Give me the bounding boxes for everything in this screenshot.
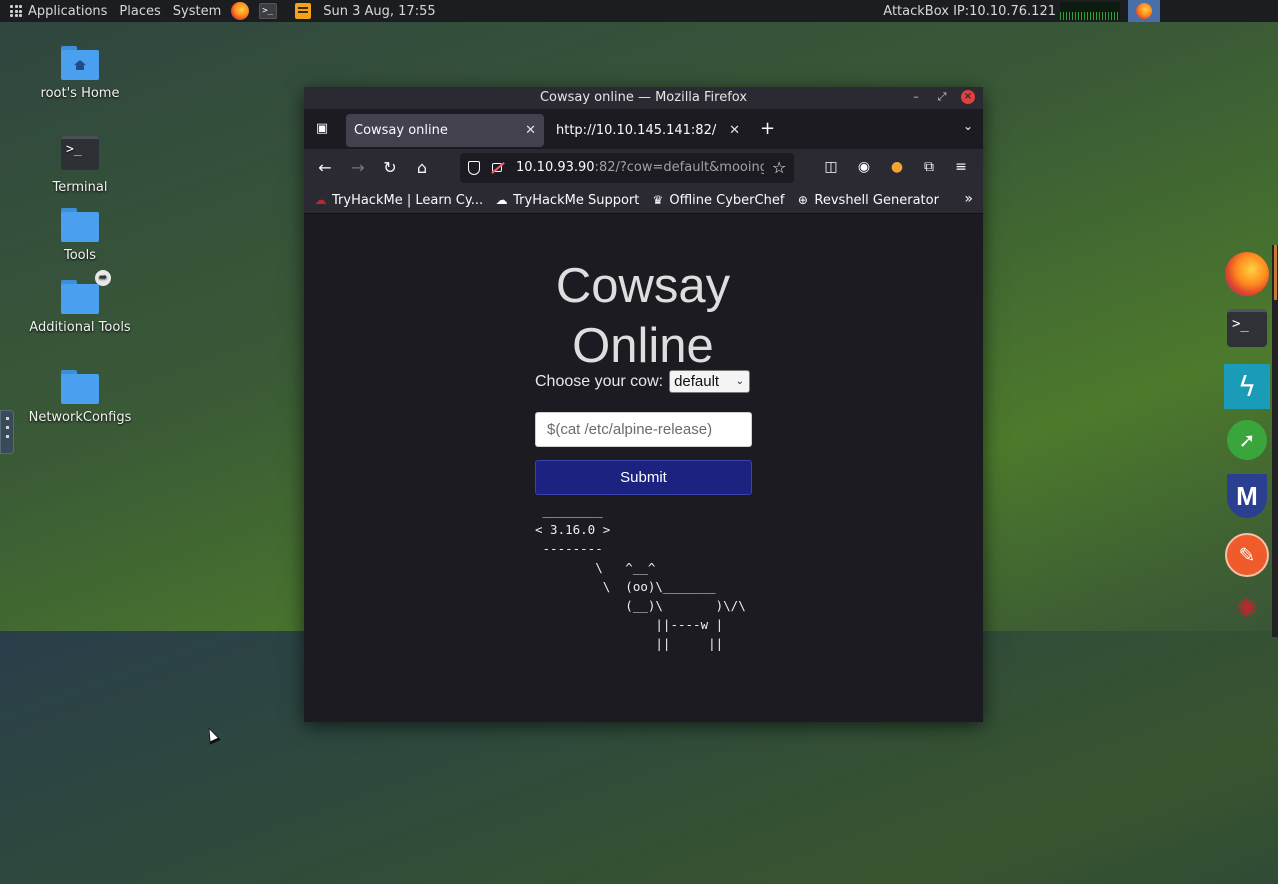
tryhackme-cloud-icon: ☁	[314, 192, 327, 207]
page-title: Cowsay Online	[555, 259, 731, 373]
bookmark-tryhackme[interactable]: ☁ TryHackMe | Learn Cy...	[314, 192, 484, 208]
apps-grid-icon	[10, 5, 22, 17]
cloud-icon: ☁	[495, 192, 508, 207]
tab-bar: ▣ Cowsay online ✕ http://10.10.145.141:8…	[304, 109, 983, 149]
desktop-icon-terminal[interactable]: >_ Terminal	[25, 136, 135, 195]
dock-bug-icon[interactable]: ✺	[1226, 592, 1268, 626]
cow-select[interactable]: default ⌄	[669, 370, 751, 393]
maximize-button[interactable]: ⤢	[935, 90, 949, 104]
bookmark-revshell-generator[interactable]: ⊕ Revshell Generator	[796, 193, 939, 208]
dock-zap-icon[interactable]: ϟ	[1224, 364, 1270, 409]
url-host: 10.10.93.90	[516, 160, 595, 175]
dock-scrollbar[interactable]	[1272, 245, 1278, 637]
tab-label: http://10.10.145.141:82/	[556, 123, 717, 138]
firefox-view-icon[interactable]: ▣	[312, 119, 332, 139]
desktop-icon-additional-tools[interactable]: ➦ Additional Tools	[25, 270, 135, 335]
cowsay-output: ________ < 3.16.0 > -------- \ ^__^ \ (o…	[535, 503, 746, 651]
terminal-icon: >_	[61, 136, 99, 170]
message-input[interactable]: $(cat /etc/alpine-release)	[535, 412, 752, 447]
window-titlebar[interactable]: Cowsay online — Mozilla Firefox – ⤢ ×	[304, 87, 983, 109]
firefox-icon	[1136, 3, 1152, 19]
network-monitor-graph	[1060, 2, 1120, 20]
cookie-extension-icon[interactable]: ●	[888, 158, 906, 176]
hamburger-menu-icon[interactable]: ≡	[952, 158, 970, 176]
url-path: :82/?cow=default&mooing=	[594, 160, 764, 175]
folder-icon	[61, 208, 99, 242]
top-panel: Applications Places System >_ Sun 3 Aug,…	[0, 0, 1278, 22]
nav-bar: ← → ↻ ⌂ 10.10.93.90:82/?cow=default&mooi…	[304, 149, 983, 187]
close-window-button[interactable]: ×	[961, 90, 975, 104]
dock-terminal-icon[interactable]: >_	[1227, 309, 1267, 347]
desktop-icon-label: Additional Tools	[29, 320, 131, 335]
page-content: Cowsay Online Choose your cow: default ⌄…	[304, 214, 983, 722]
desktop-icon-networkconfigs[interactable]: NetworkConfigs	[25, 370, 135, 425]
tab-label: Cowsay online	[354, 123, 448, 138]
new-tab-button[interactable]: +	[760, 119, 775, 139]
applications-label: Applications	[28, 3, 108, 19]
bookmark-tryhackme-support[interactable]: ☁ TryHackMe Support	[495, 192, 640, 208]
system-menu[interactable]: System	[167, 0, 227, 22]
firefox-taskbar-button[interactable]	[1128, 0, 1160, 22]
desktop-icon-tools[interactable]: Tools	[25, 208, 135, 263]
list-tabs-chevron-icon[interactable]: ⌄	[963, 119, 973, 133]
desktop-icon-label: Terminal	[52, 180, 108, 195]
bookmark-star-icon[interactable]: ☆	[772, 153, 786, 183]
submit-button[interactable]: Submit	[535, 460, 752, 495]
globe-icon: ⊕	[797, 192, 808, 207]
pocket-icon[interactable]: ◫	[822, 158, 840, 176]
chevron-down-icon: ⌄	[735, 376, 745, 387]
minimize-button[interactable]: –	[909, 90, 923, 104]
tracking-protection-shield-icon[interactable]	[468, 161, 480, 175]
more-bookmarks-chevron-icon[interactable]: »	[964, 191, 973, 207]
tab-cowsay-online[interactable]: Cowsay online ✕	[346, 114, 544, 147]
reload-button[interactable]: ↻	[380, 158, 400, 178]
places-menu[interactable]: Places	[113, 0, 166, 22]
dock-metasploit-icon[interactable]: M	[1227, 474, 1267, 518]
side-panel-handle[interactable]	[0, 410, 14, 454]
extensions-icon[interactable]: ⧉	[920, 158, 938, 176]
terminal-launcher-icon[interactable]: >_	[259, 3, 278, 19]
dock-firefox-icon[interactable]	[1225, 252, 1269, 296]
url-bar[interactable]: 10.10.93.90:82/?cow=default&mooing= ☆	[460, 153, 794, 183]
home-button[interactable]: ⌂	[412, 158, 432, 178]
attackbox-ip: AttackBox IP:10.10.76.121	[883, 3, 1056, 19]
account-icon[interactable]: ◉	[855, 158, 873, 176]
chef-hat-icon: ♛	[652, 192, 664, 207]
dock-pen-icon[interactable]: ✎	[1225, 533, 1269, 577]
firefox-window: Cowsay online — Mozilla Firefox – ⤢ × ▣ …	[304, 87, 983, 722]
desktop-icon-label: root's Home	[40, 86, 120, 101]
shortcut-arrow-icon: ➦	[95, 270, 111, 286]
firefox-launcher-icon[interactable]	[231, 2, 250, 20]
desktop-icon-label: Tools	[63, 248, 97, 263]
folder-icon	[61, 370, 99, 404]
home-folder-icon	[61, 46, 99, 80]
desktop-icon-label: NetworkConfigs	[28, 410, 132, 425]
folder-icon: ➦	[61, 270, 111, 314]
close-tab-icon[interactable]: ✕	[729, 114, 740, 147]
dock-rocket-icon[interactable]: ➚	[1227, 420, 1267, 460]
cow-chooser: Choose your cow: default ⌄	[535, 370, 751, 393]
choose-cow-label: Choose your cow:	[535, 372, 664, 390]
applications-menu[interactable]: Applications	[0, 0, 113, 22]
sublime-launcher-icon[interactable]	[295, 3, 312, 19]
window-title: Cowsay online — Mozilla Firefox	[539, 90, 748, 105]
clock[interactable]: Sun 3 Aug, 17:55	[317, 0, 441, 22]
forward-button[interactable]: →	[348, 158, 368, 178]
bookmark-offline-cyberchef[interactable]: ♛ Offline CyberChef	[651, 193, 784, 208]
tab-second[interactable]: http://10.10.145.141:82/ ✕	[548, 114, 748, 147]
close-tab-icon[interactable]: ✕	[525, 114, 536, 147]
back-button[interactable]: ←	[315, 158, 335, 178]
bookmarks-toolbar: ☁ TryHackMe | Learn Cy... ☁ TryHackMe Supp…	[304, 187, 983, 214]
desktop-icon-roots-home[interactable]: root's Home	[25, 46, 135, 101]
